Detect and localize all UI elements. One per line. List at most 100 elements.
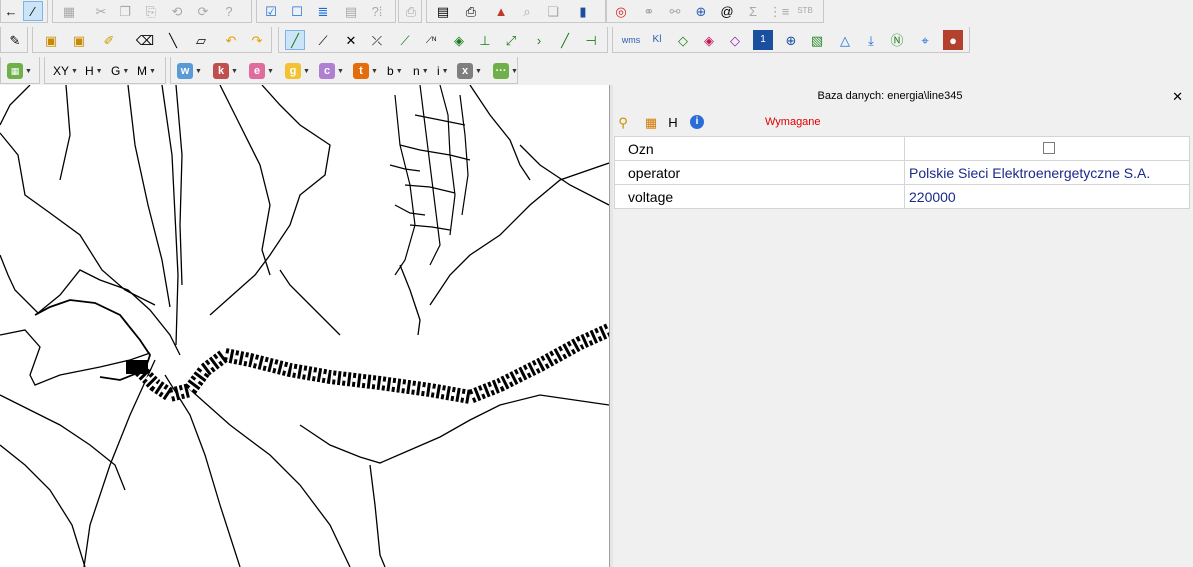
- line-green-icon[interactable]: ⟋: [395, 30, 415, 50]
- b-dropdown[interactable]: b ▼: [387, 61, 403, 81]
- ruler-icon[interactable]: ⁄: [23, 1, 43, 21]
- cross-line-icon[interactable]: ✕: [341, 30, 361, 50]
- kl-icon[interactable]: Kl: [647, 30, 667, 50]
- list-icon[interactable]: ≣: [313, 1, 333, 21]
- more-icon: ···: [493, 63, 509, 79]
- map-pin-icon[interactable]: ⌖: [915, 30, 935, 50]
- download-icon[interactable]: ⤓: [861, 30, 881, 50]
- diamond-pink-icon[interactable]: ◈: [699, 30, 719, 50]
- road-line: [83, 359, 156, 567]
- compass-icon[interactable]: Ⓝ: [887, 30, 907, 50]
- grid-icon[interactable]: ▦: [641, 112, 661, 132]
- zoom-icon[interactable]: ⌕: [517, 1, 537, 21]
- pyramid-icon[interactable]: △: [835, 30, 855, 50]
- chevron-right-icon[interactable]: ›: [529, 30, 549, 50]
- geo-link-icon[interactable]: ⊕: [691, 1, 711, 21]
- redo-doc-icon[interactable]: ⟳: [193, 1, 213, 21]
- eraser-icon[interactable]: ⌫: [135, 30, 155, 50]
- help-icon[interactable]: ?: [219, 1, 239, 21]
- undo-doc-icon[interactable]: ⟲: [167, 1, 187, 21]
- check-icon[interactable]: ☑: [261, 1, 281, 21]
- checkbox[interactable]: [1043, 141, 1055, 154]
- diagonal-line-icon[interactable]: ╱: [555, 30, 575, 50]
- square-icon[interactable]: ☐: [287, 1, 307, 21]
- copy-icon[interactable]: ❐: [115, 1, 135, 21]
- at-icon[interactable]: @: [717, 1, 737, 21]
- m-dropdown[interactable]: M ▼: [137, 61, 156, 81]
- object-add-icon[interactable]: ▣: [41, 30, 61, 50]
- back-arrow-icon[interactable]: ←: [1, 1, 21, 21]
- target-icon[interactable]: ◎: [611, 1, 631, 21]
- undo-icon[interactable]: ↶: [221, 30, 241, 50]
- e-dropdown[interactable]: e ▼: [249, 61, 274, 81]
- search-icon[interactable]: ⚲: [613, 112, 633, 132]
- h-dropdown[interactable]: H ▼: [85, 61, 103, 81]
- cut-icon[interactable]: ✂: [91, 1, 111, 21]
- printer-settings-icon[interactable]: ⎙: [401, 1, 421, 21]
- g-dropdown[interactable]: G ▼: [111, 61, 129, 81]
- xy-dropdown[interactable]: XY ▼: [53, 61, 78, 81]
- unlink-icon[interactable]: ⚯: [665, 1, 685, 21]
- close-icon[interactable]: ✕: [1172, 89, 1183, 105]
- attr-key: operator: [614, 160, 905, 185]
- query-icon[interactable]: ?⁞: [367, 1, 387, 21]
- table-row[interactable]: voltage 220000: [614, 184, 1190, 209]
- mode-dropdown[interactable]: ▦ ▼: [7, 61, 32, 81]
- object-edit-icon[interactable]: ▣: [69, 30, 89, 50]
- book-icon[interactable]: ▮: [573, 1, 593, 21]
- brush-icon[interactable]: ✐: [99, 30, 119, 50]
- line-node-icon[interactable]: ⟋: [313, 30, 333, 50]
- extend-line-icon[interactable]: ⤢: [501, 30, 521, 50]
- stb-icon[interactable]: STB: [795, 1, 815, 21]
- road-line: [429, 162, 609, 306]
- h-label: H: [85, 64, 94, 78]
- substation-marker[interactable]: [126, 360, 148, 374]
- pages-icon[interactable]: ❏: [543, 1, 563, 21]
- attr-value[interactable]: 220000: [904, 184, 1190, 209]
- raster-icon[interactable]: ▧: [807, 30, 827, 50]
- c-dropdown[interactable]: c ▼: [319, 61, 344, 81]
- pin-icon[interactable]: ●: [943, 30, 963, 50]
- link-icon[interactable]: ⚭: [639, 1, 659, 21]
- globe-icon[interactable]: ⊕: [781, 30, 801, 50]
- chart-icon[interactable]: ▲: [491, 1, 511, 21]
- attr-value[interactable]: [904, 136, 1190, 161]
- print-icon[interactable]: ⎙: [461, 1, 481, 21]
- t-dropdown[interactable]: t ▼: [353, 61, 378, 81]
- more-dropdown[interactable]: ··· ▼: [493, 61, 518, 81]
- g-color-dropdown[interactable]: g ▼: [285, 61, 310, 81]
- table-row[interactable]: Ozn: [614, 136, 1190, 161]
- x-dropdown[interactable]: x ▼: [457, 61, 482, 81]
- network-line: [414, 114, 466, 126]
- i-dropdown[interactable]: i ▼: [437, 61, 449, 81]
- n-dropdown[interactable]: n ▼: [413, 61, 429, 81]
- paste-icon[interactable]: ⎘: [141, 1, 161, 21]
- map-canvas[interactable]: [0, 85, 609, 567]
- attr-value[interactable]: Polskie Sieci Elektroenergetyczne S.A.: [904, 160, 1190, 185]
- document-icon[interactable]: ▤: [433, 1, 453, 21]
- h-button[interactable]: H: [663, 112, 683, 132]
- vertical-line-icon[interactable]: ⊥: [475, 30, 495, 50]
- properties-icon[interactable]: ▤: [341, 1, 361, 21]
- diamond-purple-icon[interactable]: ◇: [725, 30, 745, 50]
- line-n-icon[interactable]: ⟋ᴺ: [421, 30, 441, 50]
- numbering-icon[interactable]: ⋮≡: [769, 1, 790, 21]
- k-dropdown[interactable]: k ▼: [213, 61, 238, 81]
- book-number-icon[interactable]: 1: [753, 30, 773, 50]
- wms-icon[interactable]: wms: [619, 30, 643, 50]
- draw-line-icon[interactable]: ╱: [285, 30, 305, 50]
- m-label: M: [137, 64, 147, 78]
- redo-icon[interactable]: ↷: [247, 30, 267, 50]
- vertex-check-icon[interactable]: ◈: [449, 30, 469, 50]
- polygon-icon[interactable]: ▱: [191, 30, 211, 50]
- table-icon[interactable]: ▦: [59, 1, 79, 21]
- w-dropdown[interactable]: w ▼: [177, 61, 202, 81]
- info-icon[interactable]: i: [687, 112, 707, 132]
- perpendicular-icon[interactable]: ⊣: [581, 30, 601, 50]
- table-row[interactable]: operator Polskie Sieci Elektroenergetycz…: [614, 160, 1190, 185]
- user-edit-icon[interactable]: ✎: [5, 30, 25, 50]
- line-icon[interactable]: ╲: [163, 30, 183, 50]
- diamond-icon[interactable]: ◇: [673, 30, 693, 50]
- split-line-icon[interactable]: ⤫: [367, 30, 387, 50]
- sigma-icon[interactable]: Σ: [743, 1, 763, 21]
